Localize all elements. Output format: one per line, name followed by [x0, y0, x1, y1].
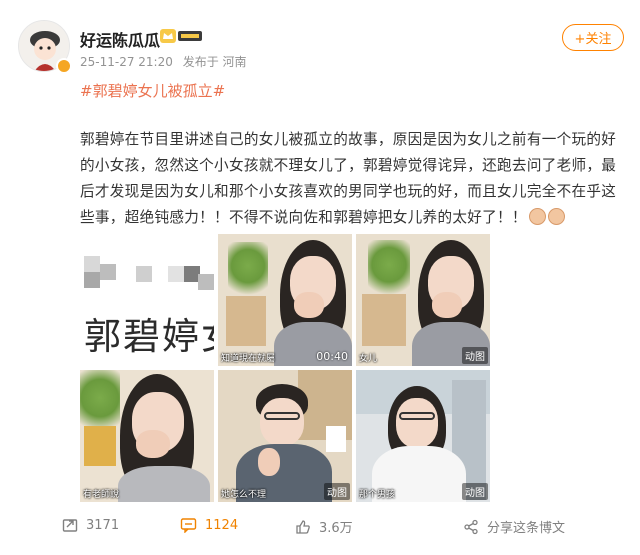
- hand: [432, 292, 462, 318]
- person-face: [396, 398, 438, 448]
- pixel-block: [198, 274, 214, 290]
- share-icon: [464, 519, 478, 534]
- person-body: [118, 466, 210, 502]
- share-button[interactable]: 分享这条博文: [463, 517, 565, 536]
- gif-badge: 动图: [462, 483, 488, 500]
- pixel-block: [100, 264, 116, 280]
- pixel-block: [168, 266, 184, 282]
- person-face: [260, 398, 304, 446]
- video-duration: 00:40: [316, 350, 348, 363]
- share-label: 分享这条博文: [487, 521, 566, 536]
- decor: [84, 426, 116, 466]
- media-caption: 那个男孩: [359, 490, 396, 500]
- media-caption: 有老師說: [83, 490, 120, 500]
- emoji-face-icon: [547, 208, 565, 225]
- verified-badge-icon: [56, 58, 72, 74]
- media-thumbnail-4[interactable]: 有老師說: [80, 370, 214, 502]
- title-card-text: 郭碧婷女儿: [84, 315, 214, 358]
- repost-icon: [62, 519, 78, 532]
- media-thumbnail-1[interactable]: 郭碧婷女儿: [80, 234, 214, 366]
- post-body: 郭碧婷在节目里讲述自己的女儿被孤立的故事，原因是因为女儿之前有一个玩的好的小女孩…: [80, 127, 626, 231]
- hand: [136, 430, 170, 458]
- thumbs-up-icon: [296, 519, 310, 534]
- post-header: 好运陈瓜瓜 25-11-27 21:20 发布于 河南 +关注: [0, 0, 640, 80]
- like-count: 3.6万: [319, 521, 353, 536]
- post-actions: 3171 1124 3.6万 分享这条博文: [0, 505, 640, 545]
- media-caption: 女儿: [359, 354, 378, 364]
- media-thumbnail-2[interactable]: 知道現在就屬 00:40: [218, 234, 352, 366]
- shelf: [226, 296, 266, 346]
- repost-count: 3171: [86, 517, 120, 533]
- post-timestamp[interactable]: 25-11-27 21:20: [80, 55, 173, 69]
- sign: [326, 426, 346, 452]
- media-thumbnail-3[interactable]: 女儿 动图: [356, 234, 490, 366]
- media-thumbnail-6[interactable]: 那个男孩 动图: [356, 370, 490, 502]
- emoji-face-icon: [528, 208, 546, 225]
- pixel-block: [136, 266, 152, 282]
- plant: [368, 240, 410, 302]
- vip-crown-icon[interactable]: [160, 28, 204, 44]
- media-caption: 知道現在就屬: [221, 354, 276, 364]
- comment-icon: [180, 518, 197, 533]
- post-source: 发布于 河南: [182, 55, 247, 69]
- username[interactable]: 好运陈瓜瓜: [80, 27, 160, 51]
- media-grid: 郭碧婷女儿 知道現在就屬 00:40 女儿 动图 有老師說: [80, 234, 490, 504]
- follow-button[interactable]: +关注: [562, 24, 624, 51]
- shelf: [362, 294, 406, 346]
- topic-hashtag-link[interactable]: #郭碧婷女儿被孤立#: [80, 80, 225, 101]
- hand: [258, 448, 280, 476]
- glasses: [264, 412, 300, 420]
- gif-badge: 动图: [324, 483, 350, 500]
- hand: [294, 292, 324, 318]
- gif-badge: 动图: [462, 347, 488, 364]
- pixel-block: [84, 256, 100, 272]
- plant: [228, 242, 268, 302]
- pixel-block: [84, 272, 100, 288]
- post-meta: 25-11-27 21:20 发布于 河南: [80, 53, 253, 70]
- glasses: [399, 412, 435, 420]
- like-button[interactable]: 3.6万: [295, 517, 353, 536]
- repost-button[interactable]: 3171: [62, 517, 119, 533]
- comment-button[interactable]: 1124: [180, 517, 238, 533]
- media-caption: 她怎么不理: [221, 490, 267, 500]
- media-thumbnail-5[interactable]: 她怎么不理 动图: [218, 370, 352, 502]
- comment-count: 1124: [205, 517, 239, 533]
